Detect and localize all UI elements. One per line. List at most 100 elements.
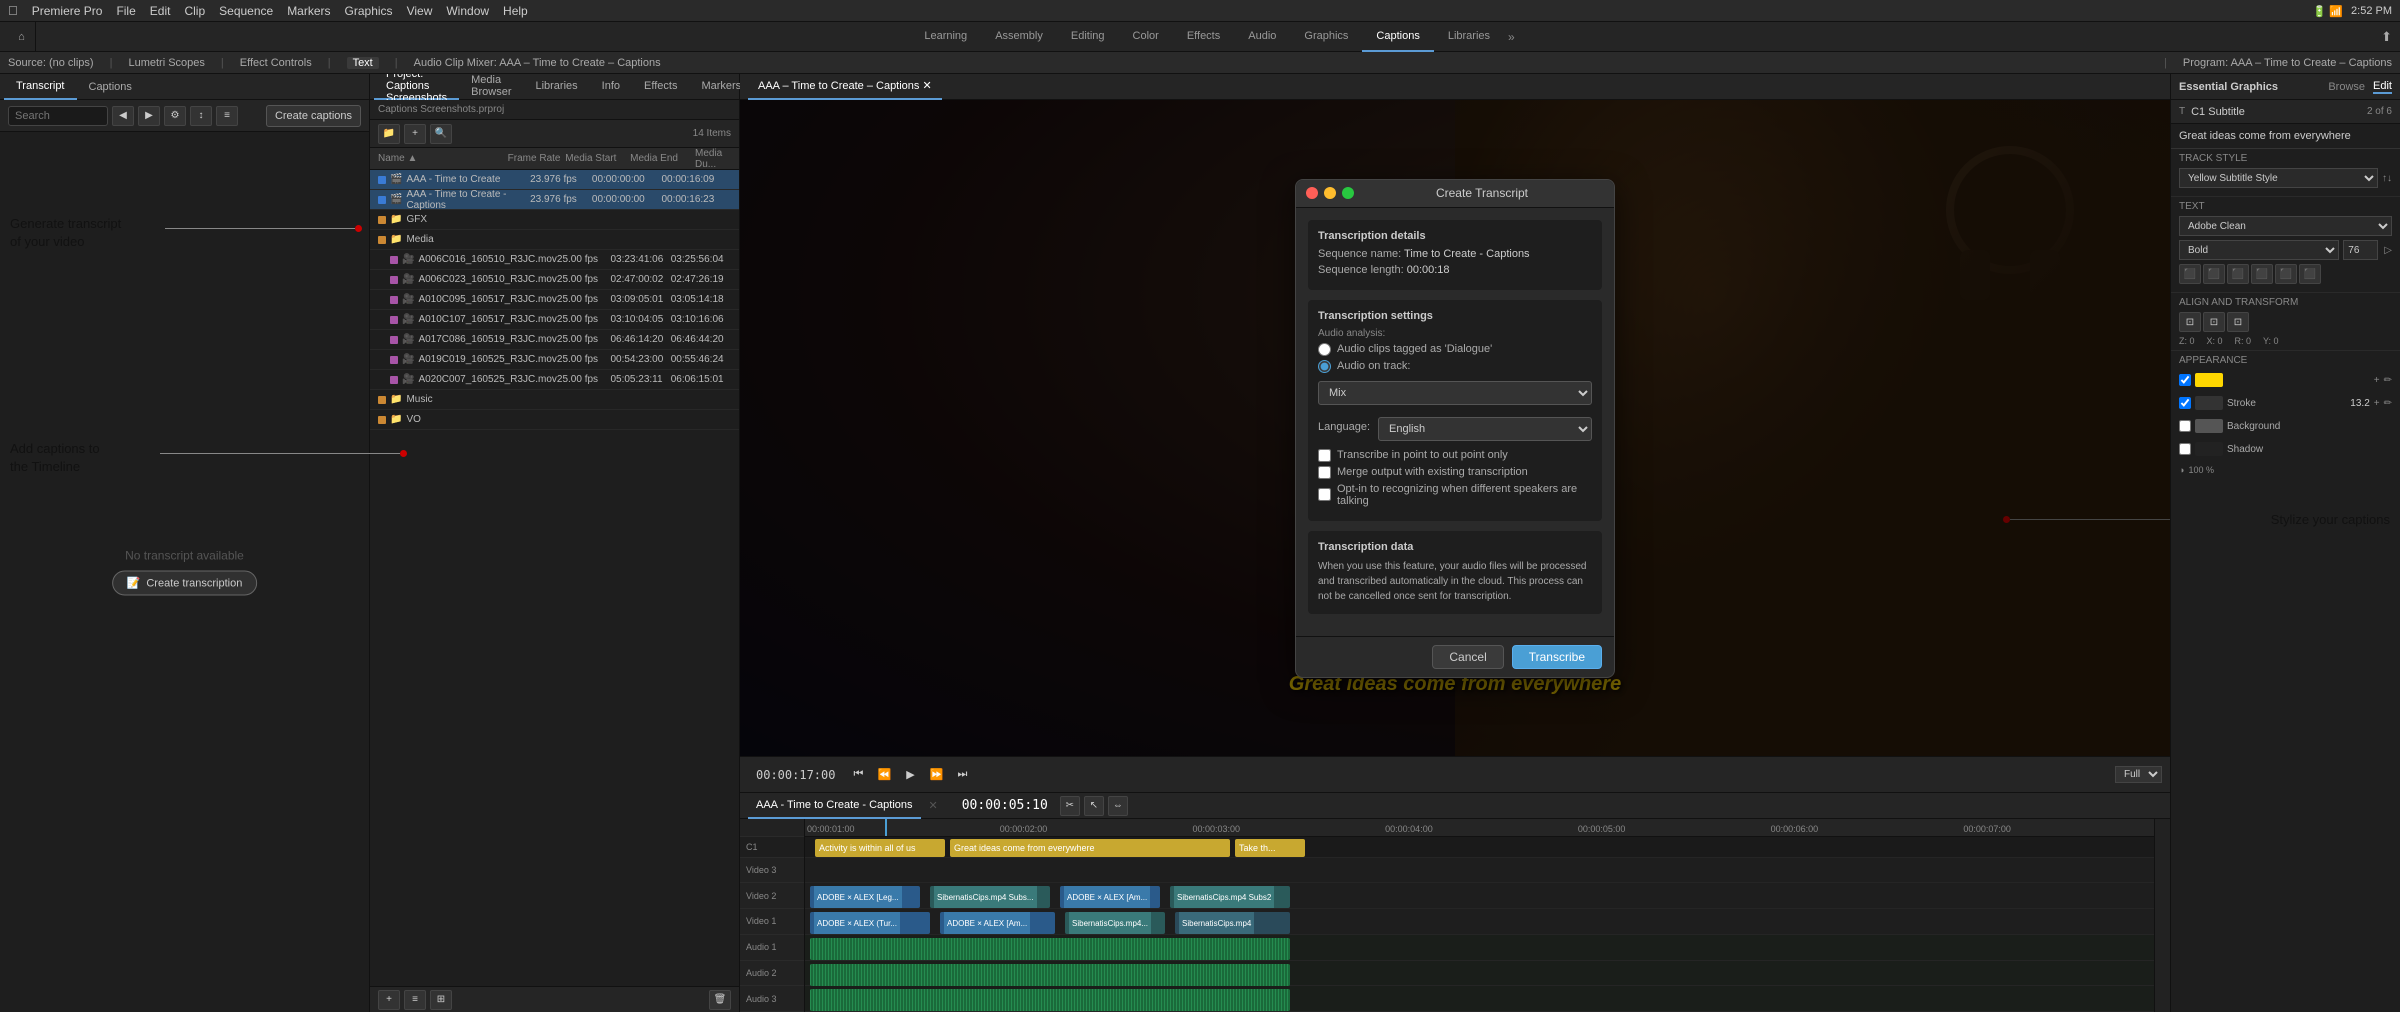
eg-tab-edit[interactable]: Edit: [2373, 80, 2392, 94]
table-row[interactable]: 🎬 AAA - Time to Create - Captions 23.976…: [370, 190, 739, 210]
menu-graphics[interactable]: Graphics: [345, 4, 393, 18]
radio-dialogue[interactable]: [1318, 343, 1331, 356]
timeline-tab[interactable]: AAA - Time to Create - Captions: [748, 793, 921, 819]
menu-markers[interactable]: Markers: [287, 4, 330, 18]
radio-audio-track-row[interactable]: Audio on track:: [1318, 360, 1592, 373]
tab-effects[interactable]: Effects: [632, 74, 689, 100]
tab-effects[interactable]: Effects: [1173, 22, 1234, 52]
fill-add-btn[interactable]: +: [2374, 375, 2380, 386]
table-row[interactable]: 🎥 A019C019_160525_R3JC.mov 25.00 fps 00:…: [370, 350, 739, 370]
quality-select[interactable]: Full: [2115, 766, 2162, 783]
search-options-btn[interactable]: ⚙: [164, 106, 186, 126]
minimize-button[interactable]: [1324, 187, 1336, 199]
create-captions-button[interactable]: Create captions: [266, 105, 361, 127]
playhead[interactable]: [885, 819, 887, 836]
transform-btn-1[interactable]: ⊡: [2179, 312, 2201, 332]
program-label[interactable]: Program: AAA – Time to Create – Captions: [2183, 57, 2392, 69]
audio-mixer-label[interactable]: Audio Clip Mixer: AAA – Time to Create –…: [414, 57, 661, 69]
checkbox-merge[interactable]: [1318, 466, 1331, 479]
table-row[interactable]: 🎥 A010C107_160517_R3JC.mov 25.00 fps 03:…: [370, 310, 739, 330]
search-input[interactable]: [8, 106, 108, 126]
style-arrows[interactable]: ↑↓: [2382, 173, 2392, 184]
transform-btn-3[interactable]: ⊡: [2227, 312, 2249, 332]
tab-learning[interactable]: Learning: [910, 22, 981, 52]
table-row[interactable]: 🎥 A020C007_160525_R3JC.mov 25.00 fps 05:…: [370, 370, 739, 390]
tab-libraries[interactable]: Libraries: [1434, 22, 1504, 52]
play-forward-btn[interactable]: ⏩: [925, 764, 947, 786]
tl-slip-btn[interactable]: ⇔: [1108, 796, 1128, 816]
share-icon[interactable]: ⬆: [2381, 29, 2392, 45]
stroke-edit-btn[interactable]: ✏: [2384, 398, 2392, 409]
font-size-slider[interactable]: ▷: [2384, 245, 2392, 256]
tab-captions[interactable]: Captions: [77, 74, 144, 100]
tab-info[interactable]: Info: [590, 74, 632, 100]
menu-window[interactable]: Window: [446, 4, 489, 18]
table-row[interactable]: 📁 Music: [370, 390, 739, 410]
font-weight-select[interactable]: Bold: [2179, 240, 2339, 260]
step-back-btn[interactable]: ⏮: [847, 764, 869, 786]
audio-track-select[interactable]: Mix: [1318, 381, 1592, 405]
play-btn[interactable]: ▶: [899, 764, 921, 786]
menu-clip[interactable]: Clip: [184, 4, 205, 18]
caption-block-2[interactable]: Great ideas come from everywhere: [950, 839, 1230, 857]
align-vcenter-btn[interactable]: ⬛: [2275, 264, 2297, 284]
tab-graphics[interactable]: Graphics: [1290, 22, 1362, 52]
checkbox-speakers[interactable]: [1318, 488, 1331, 501]
table-row[interactable]: 📁 GFX: [370, 210, 739, 230]
close-button[interactable]: [1306, 187, 1318, 199]
tab-audio[interactable]: Audio: [1234, 22, 1290, 52]
home-icon[interactable]: ⌂: [8, 22, 36, 52]
background-checkbox[interactable]: [2179, 420, 2191, 432]
language-select[interactable]: English: [1378, 417, 1592, 441]
font-size-input[interactable]: [2343, 240, 2378, 260]
table-row[interactable]: 🎥 A017C086_160519_R3JC.mov 25.00 fps 06:…: [370, 330, 739, 350]
stroke-checkbox[interactable]: [2179, 397, 2191, 409]
effect-controls-label[interactable]: Effect Controls: [240, 57, 312, 69]
list-view-btn[interactable]: ≡: [404, 990, 426, 1010]
lumetri-label[interactable]: Lumetri Scopes: [128, 57, 204, 69]
align-top-btn[interactable]: ⬛: [2251, 264, 2273, 284]
tab-captions[interactable]: Captions: [1362, 22, 1433, 52]
video1-block-3[interactable]: SibernatisCips.mp4...: [1065, 912, 1165, 934]
maximize-button[interactable]: [1342, 187, 1354, 199]
timeline-scrollbar[interactable]: [2154, 819, 2170, 1012]
transform-btn-2[interactable]: ⊡: [2203, 312, 2225, 332]
tl-select-btn[interactable]: ↖: [1084, 796, 1104, 816]
tab-editing[interactable]: Editing: [1057, 22, 1119, 52]
caption-block-3[interactable]: Take th...: [1235, 839, 1305, 857]
nav-forward-btn[interactable]: ▶: [138, 106, 160, 126]
video2-block-2[interactable]: SibernatisCips.mp4 Subs...: [930, 886, 1050, 908]
shadow-checkbox[interactable]: [2179, 443, 2191, 455]
audio2-block[interactable]: [810, 964, 1290, 986]
video2-block-1[interactable]: ADOBE × ALEX [Leg...: [810, 886, 920, 908]
icon-view-btn[interactable]: ⊞: [430, 990, 452, 1010]
apple-menu[interactable]: : [8, 3, 18, 18]
new-item-btn[interactable]: +: [404, 124, 426, 144]
radio-audio-track[interactable]: [1318, 360, 1331, 373]
transcribe-button[interactable]: Transcribe: [1512, 645, 1602, 669]
font-select[interactable]: Adobe Clean: [2179, 216, 2392, 236]
stroke-color-swatch[interactable]: [2195, 396, 2223, 410]
text-tab-label[interactable]: Text: [347, 57, 379, 69]
tl-cut-btn[interactable]: ✂: [1060, 796, 1080, 816]
step-forward-btn[interactable]: ⏭: [951, 764, 973, 786]
menu-view[interactable]: View: [407, 4, 433, 18]
menu-edit[interactable]: Edit: [150, 4, 171, 18]
align-center-btn[interactable]: ⬛: [2203, 264, 2225, 284]
table-row[interactable]: 📁 VO: [370, 410, 739, 430]
fill-edit-btn[interactable]: ✏: [2384, 375, 2392, 386]
checkbox-point[interactable]: [1318, 449, 1331, 462]
align-right-btn[interactable]: ⬛: [2227, 264, 2249, 284]
checkbox-speakers-row[interactable]: Opt-in to recognizing when different spe…: [1318, 483, 1592, 507]
radio-dialogue-row[interactable]: Audio clips tagged as 'Dialogue': [1318, 343, 1592, 356]
table-row[interactable]: 🎬 AAA - Time to Create 23.976 fps 00:00:…: [370, 170, 739, 190]
audio3-block[interactable]: [810, 989, 1290, 1011]
video2-block-3[interactable]: ADOBE × ALEX [Am...: [1060, 886, 1160, 908]
fill-checkbox[interactable]: [2179, 374, 2191, 386]
tab-libraries[interactable]: Libraries: [523, 74, 589, 100]
video1-block-2[interactable]: ADOBE × ALEX [Am...: [940, 912, 1055, 934]
caption-block-1[interactable]: Activity is within all of us: [815, 839, 945, 857]
create-transcription-button[interactable]: 📝 Create transcription: [112, 571, 258, 596]
table-row[interactable]: 🎥 A010C095_160517_R3JC.mov 25.00 fps 03:…: [370, 290, 739, 310]
program-tab[interactable]: AAA – Time to Create – Captions ✕: [748, 74, 942, 100]
